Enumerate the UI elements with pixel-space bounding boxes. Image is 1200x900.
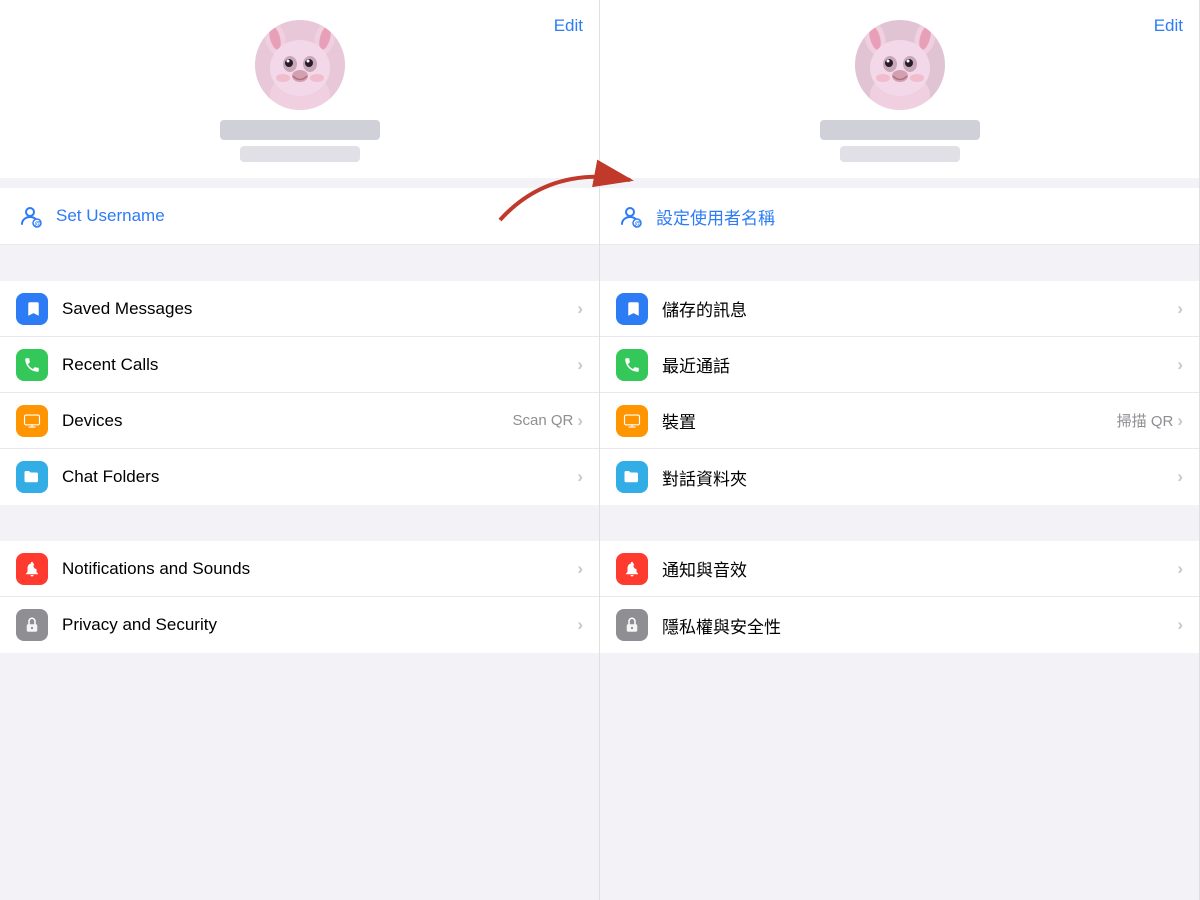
right-chat-folders-chevron: › (1177, 467, 1183, 487)
right-notifications-chevron: › (1177, 559, 1183, 579)
left-chat-folders-label: Chat Folders (62, 467, 577, 487)
right-section-sep-1 (600, 245, 1199, 281)
left-recent-calls-icon (16, 349, 48, 381)
right-profile-separator (600, 178, 1199, 188)
left-privacy-label: Privacy and Security (62, 615, 577, 635)
right-devices-chevron: › (1177, 411, 1183, 431)
left-menu-group-1: Saved Messages › Recent Calls › Devices … (0, 281, 599, 505)
left-name-blur (220, 120, 380, 140)
left-phone-blur (240, 146, 360, 162)
right-menu-group-1: 儲存的訊息 › 最近通話 › 裝置 掃描 QR › 對話資料夾 › (600, 281, 1199, 505)
left-privacy-chevron: › (577, 615, 583, 635)
left-devices-item[interactable]: Devices Scan QR › (0, 393, 599, 449)
left-username-label: Set Username (56, 206, 165, 226)
right-recent-calls-label: 最近通話 (662, 352, 1177, 377)
right-chat-folders-label: 對話資料夾 (662, 465, 1177, 490)
left-chat-folders-icon (16, 461, 48, 493)
left-section-gap (0, 505, 599, 541)
right-devices-sub: 掃描 QR (1117, 410, 1174, 431)
left-notifications-item[interactable]: Notifications and Sounds › (0, 541, 599, 597)
right-username-icon: @ (616, 202, 644, 230)
right-username-row[interactable]: @ 設定使用者名稱 (600, 188, 1199, 245)
right-recent-calls-chevron: › (1177, 355, 1183, 375)
left-privacy-icon (16, 609, 48, 641)
left-recent-calls-label: Recent Calls (62, 355, 577, 375)
right-avatar (855, 20, 945, 110)
right-recent-calls-icon (616, 349, 648, 381)
left-devices-icon (16, 405, 48, 437)
left-avatar (255, 20, 345, 110)
right-saved-messages-label: 儲存的訊息 (662, 296, 1177, 321)
left-username-icon: @ (16, 202, 44, 230)
left-chat-folders-chevron: › (577, 467, 583, 487)
right-saved-messages-item[interactable]: 儲存的訊息 › (600, 281, 1199, 337)
right-edit-button[interactable]: Edit (1154, 16, 1183, 36)
left-username-row[interactable]: @ Set Username (0, 188, 599, 245)
left-privacy-item[interactable]: Privacy and Security › (0, 597, 599, 653)
right-notifications-icon (616, 553, 648, 585)
right-notifications-item[interactable]: 通知與音效 › (600, 541, 1199, 597)
right-chat-folders-item[interactable]: 對話資料夾 › (600, 449, 1199, 505)
left-saved-messages-icon (16, 293, 48, 325)
left-recent-calls-item[interactable]: Recent Calls › (0, 337, 599, 393)
right-menu-group-2: 通知與音效 › 隱私權與安全性 › (600, 541, 1199, 653)
svg-text:@: @ (35, 221, 42, 228)
left-profile-section: Edit (0, 0, 599, 178)
left-panel: Edit (0, 0, 600, 900)
left-recent-calls-chevron: › (577, 355, 583, 375)
left-saved-messages-item[interactable]: Saved Messages › (0, 281, 599, 337)
right-notifications-label: 通知與音效 (662, 556, 1177, 581)
right-privacy-item[interactable]: 隱私權與安全性 › (600, 597, 1199, 653)
left-edit-button[interactable]: Edit (554, 16, 583, 36)
right-privacy-label: 隱私權與安全性 (662, 613, 1177, 638)
left-devices-label: Devices (62, 411, 512, 431)
right-chat-folders-icon (616, 461, 648, 493)
left-notifications-icon (16, 553, 48, 585)
right-privacy-icon (616, 609, 648, 641)
left-profile-separator (0, 178, 599, 188)
left-section-sep-1 (0, 245, 599, 281)
svg-text:@: @ (635, 221, 642, 228)
right-recent-calls-item[interactable]: 最近通話 › (600, 337, 1199, 393)
left-notifications-chevron: › (577, 559, 583, 579)
left-menu-group-2: Notifications and Sounds › Privacy and S… (0, 541, 599, 653)
left-saved-messages-label: Saved Messages (62, 299, 577, 319)
right-section-gap (600, 505, 1199, 541)
left-chat-folders-item[interactable]: Chat Folders › (0, 449, 599, 505)
right-username-label: 設定使用者名稱 (656, 204, 775, 229)
left-devices-chevron: › (577, 411, 583, 431)
right-saved-messages-icon (616, 293, 648, 325)
right-panel: Edit (600, 0, 1200, 900)
right-phone-blur (840, 146, 960, 162)
right-name-blur (820, 120, 980, 140)
right-profile-section: Edit (600, 0, 1199, 178)
right-devices-icon (616, 405, 648, 437)
right-saved-messages-chevron: › (1177, 299, 1183, 319)
left-devices-sub: Scan QR (512, 412, 573, 429)
right-devices-item[interactable]: 裝置 掃描 QR › (600, 393, 1199, 449)
right-devices-label: 裝置 (662, 408, 1117, 433)
left-saved-messages-chevron: › (577, 299, 583, 319)
left-notifications-label: Notifications and Sounds (62, 559, 577, 579)
right-privacy-chevron: › (1177, 615, 1183, 635)
